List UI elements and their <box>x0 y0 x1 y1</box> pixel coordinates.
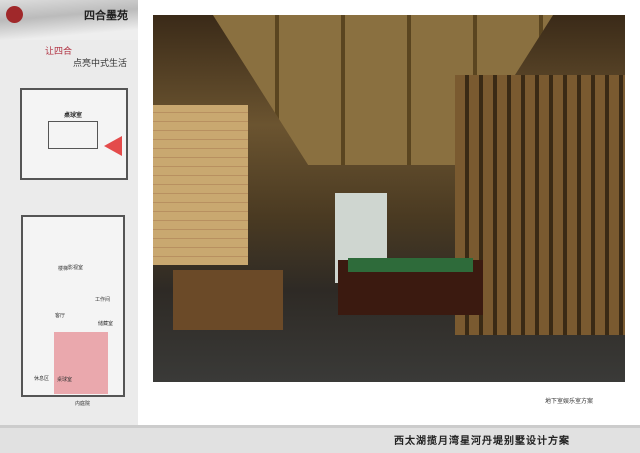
rendering-caption: 地下室娱乐室方案 <box>545 398 594 405</box>
brand-seal-logo <box>6 6 23 23</box>
plan-label: 休息区 <box>34 376 50 382</box>
plan-label: 客厅 <box>55 313 66 319</box>
billiard-felt <box>348 258 473 272</box>
plan-label: 桌球室 <box>57 377 73 383</box>
left-wall-panel <box>153 105 248 265</box>
billiard-table-plan <box>48 121 98 149</box>
plan-label: 储藏室 <box>98 321 114 327</box>
left-panel: 四合墨苑 让四合 点亮中式生活 桌球室 楼梯 客厅 工作间 桌球室 休息区 内庭… <box>0 0 138 425</box>
room-title: 桌球室 <box>64 112 83 119</box>
view-direction-marker <box>104 136 122 156</box>
plan-label: 内庭院 <box>75 401 91 407</box>
plan-label: 工作间 <box>95 297 111 303</box>
slogan-line2: 点亮中式生活 <box>73 59 128 69</box>
brand-name: 四合墨苑 <box>84 9 128 22</box>
interior-rendering <box>153 15 625 382</box>
sofa <box>173 270 283 330</box>
plan-label: 影视室 <box>68 265 84 271</box>
project-title: 西太湖揽月湾星河丹堤别墅设计方案 <box>394 436 570 447</box>
plan-label: 楼梯 <box>58 266 69 272</box>
highlighted-room <box>54 332 108 394</box>
slogan-line1: 让四合 <box>45 47 73 57</box>
